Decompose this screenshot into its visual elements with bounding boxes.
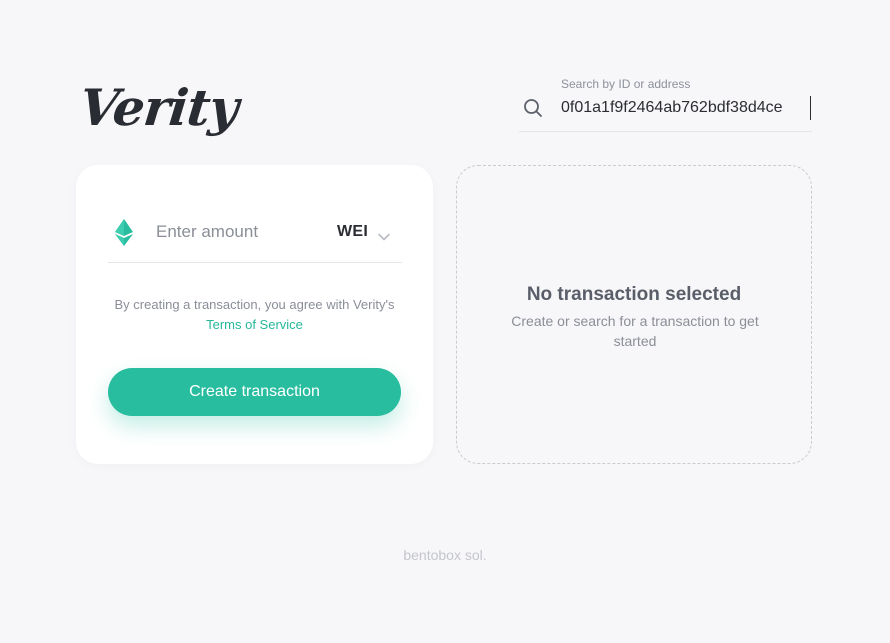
app-page: Verity Search by ID or address WEI [0,0,890,643]
create-transaction-card: WEI By creating a transaction, you agree… [76,165,433,464]
unit-dropdown[interactable]: WEI [337,219,399,245]
amount-row: WEI [108,205,402,263]
search-icon [523,98,543,118]
transaction-detail-panel: No transaction selected Create or search… [456,165,812,464]
verity-logo[interactable]: Verity [77,78,241,137]
chevron-down-icon [378,228,390,241]
amount-input[interactable] [156,219,316,245]
footer-credit: bentobox sol. [403,547,487,563]
terms-prefix: By creating a transaction, you agree wit… [114,297,395,312]
search-label: Search by ID or address [561,77,691,91]
terms-of-service-link[interactable]: Terms of Service [206,317,303,332]
empty-state-title: No transaction selected [526,284,742,305]
search-bar: Search by ID or address [519,74,812,132]
unit-selected-value: WEI [337,223,369,240]
terms-notice: By creating a transaction, you agree wit… [96,295,413,335]
create-transaction-button[interactable]: Create transaction [108,368,401,416]
ethereum-icon [114,219,134,247]
search-input[interactable] [561,96,811,120]
empty-state-subtitle: Create or search for a transaction to ge… [511,313,759,349]
